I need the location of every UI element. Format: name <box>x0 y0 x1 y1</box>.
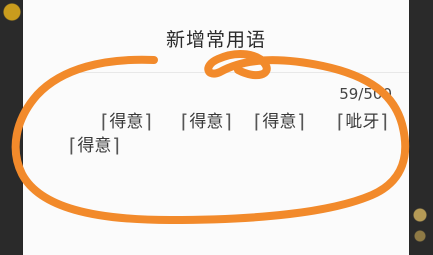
phrase-chip-label-4: 呲牙 <box>345 112 380 132</box>
phrase-chip-4[interactable]: ⌈ 呲牙 ⌉ <box>337 112 388 132</box>
dialog-title: 新增常用语 <box>165 29 266 51</box>
right-bracket-icon: ⌉ <box>112 135 120 157</box>
left-bracket-icon: ⌈ <box>337 111 345 133</box>
phrase-chip-label-5: 得意 <box>77 136 112 156</box>
phrase-chip-2[interactable]: ⌈ 得意 ⌉ <box>181 112 232 132</box>
phrase-chip-label-2: 得意 <box>189 112 224 132</box>
character-counter: 59/500 <box>339 85 392 103</box>
phrase-chip-1[interactable]: ⌈ 得意 ⌉ <box>101 112 152 132</box>
left-bracket-icon: ⌈ <box>101 111 109 133</box>
right-bracket-icon: ⌉ <box>380 111 388 133</box>
phrase-chip-label-3: 得意 <box>262 112 297 132</box>
new-common-phrase-dialog: 新增常用语 59/500 ⌈ 得意 ⌉ ⌈ 得意 ⌉ ⌈ 得意 ⌉ ⌈ 呲牙 ⌉… <box>23 0 409 255</box>
phrase-chip-5[interactable]: ⌈ 得意 ⌉ <box>69 136 120 156</box>
phrase-chip-3[interactable]: ⌈ 得意 ⌉ <box>254 112 305 132</box>
title-divider <box>64 72 409 73</box>
left-bracket-icon: ⌈ <box>254 111 262 133</box>
right-bracket-icon: ⌉ <box>224 111 232 133</box>
right-bracket-icon: ⌉ <box>297 111 305 133</box>
left-bracket-icon: ⌈ <box>181 111 189 133</box>
left-bracket-icon: ⌈ <box>69 135 77 157</box>
right-bracket-icon: ⌉ <box>144 111 152 133</box>
phrase-chip-label-1: 得意 <box>109 112 144 132</box>
phrase-input-area[interactable]: ⌈ 得意 ⌉ ⌈ 得意 ⌉ ⌈ 得意 ⌉ ⌈ 呲牙 ⌉ ⌈ 得意 ⌉ <box>37 112 407 182</box>
